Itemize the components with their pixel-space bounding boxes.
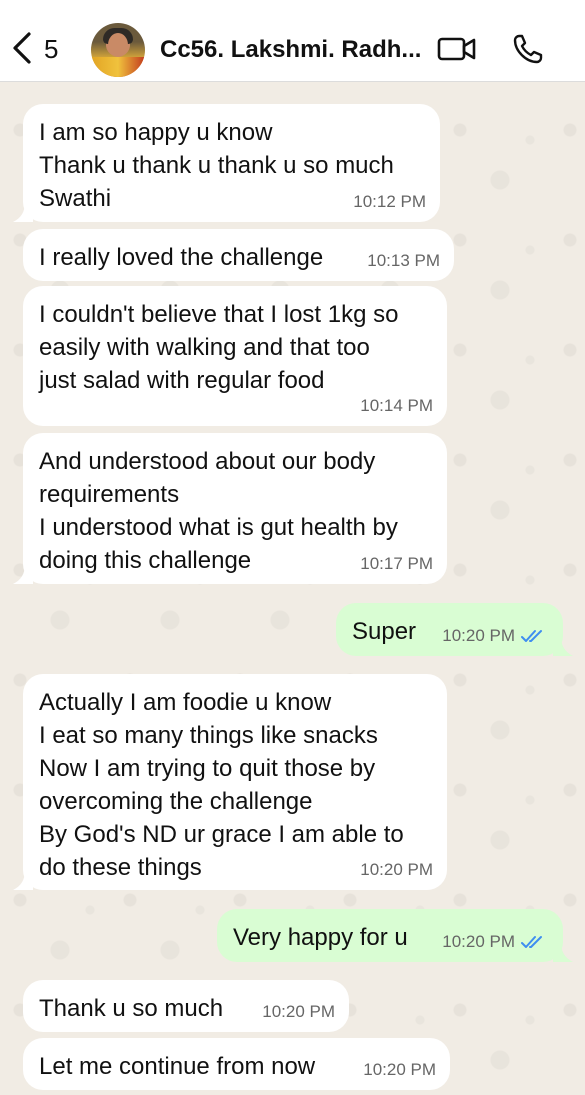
read-receipt-icon — [521, 936, 542, 948]
message-bubble-outgoing[interactable]: Very happy for u 10:20 PM — [217, 909, 563, 962]
message-bubble-incoming[interactable]: I am so happy u know Thank u thank u tha… — [23, 104, 440, 222]
message-bubble-incoming[interactable]: Thank u so much 10:20 PM — [23, 980, 349, 1032]
message-bubble-incoming[interactable]: Let me continue from now 10:20 PM — [23, 1038, 450, 1090]
message-time: 10:20 PM — [442, 626, 515, 645]
video-camera-icon[interactable] — [437, 35, 477, 63]
message-text: I couldn't believe that I lost 1kg so ea… — [39, 301, 399, 394]
message-time: 10:20 PM — [363, 1060, 436, 1079]
message-time: 10:17 PM — [360, 554, 433, 573]
chat-header: 5 Cc56. Lakshmi. Radh... — [0, 0, 585, 82]
message-bubble-incoming[interactable]: I couldn't believe that I lost 1kg so ea… — [23, 286, 447, 426]
message-bubble-incoming[interactable]: I really loved the challenge 10:13 PM — [23, 229, 454, 281]
unread-count[interactable]: 5 — [44, 34, 58, 64]
avatar-face — [108, 33, 128, 57]
phone-icon[interactable] — [512, 33, 544, 65]
read-receipt-icon — [521, 630, 542, 642]
contact-name[interactable]: Cc56. Lakshmi. Radh... — [160, 35, 421, 65]
message-time: 10:20 PM — [262, 1002, 335, 1021]
message-bubble-incoming[interactable]: Actually I am foodie u know I eat so man… — [23, 674, 447, 890]
message-text: Actually I am foodie u know I eat so man… — [39, 689, 404, 881]
avatar[interactable] — [91, 23, 145, 77]
chevron-left-icon[interactable] — [10, 31, 34, 65]
message-time: 10:12 PM — [353, 192, 426, 211]
message-bubble-incoming[interactable]: And understood about our body requiremen… — [23, 433, 447, 584]
message-time: 10:14 PM — [360, 396, 433, 415]
message-bubble-outgoing[interactable]: Super 10:20 PM — [336, 603, 563, 656]
message-time: 10:13 PM — [367, 251, 440, 270]
message-time: 10:20 PM — [360, 860, 433, 879]
message-time: 10:20 PM — [442, 932, 515, 951]
avatar-saree — [91, 57, 145, 77]
